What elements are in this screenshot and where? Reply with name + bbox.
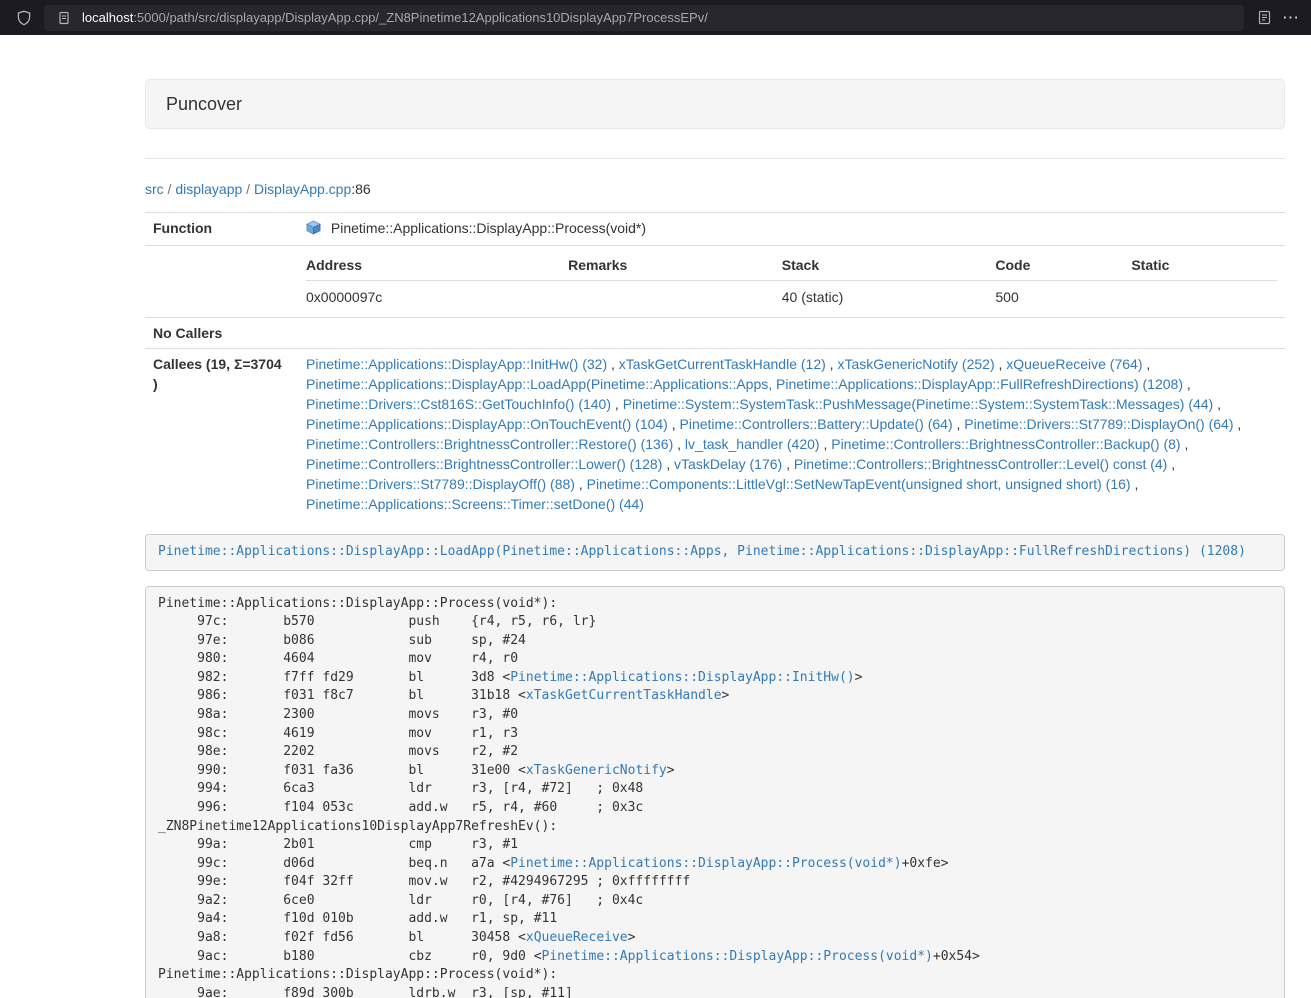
callees-label: Callees (19, Σ=3704 ) — [145, 349, 298, 520]
symbol-detail-table: Address Remarks Stack Code Static 0x0000… — [306, 251, 1277, 312]
callees-row: Callees (19, Σ=3704 ) Pinetime::Applicat… — [145, 349, 1285, 520]
more-menu-icon[interactable]: ⋯ — [1282, 8, 1299, 28]
empty-row-label — [145, 246, 298, 318]
callee-link[interactable]: Pinetime::Controllers::BrightnessControl… — [831, 436, 1180, 452]
url-bar[interactable]: localhost:5000/path/src/displayapp/Displ… — [44, 5, 1244, 31]
function-row: Function Pinetime::Applications::Display… — [145, 213, 1285, 246]
selected-call-line: Pinetime::Applications::DisplayApp::Load… — [145, 534, 1285, 571]
callee-link[interactable]: Pinetime::Controllers::BrightnessControl… — [794, 456, 1167, 472]
callee-link[interactable]: xTaskGetCurrentTaskHandle (12) — [619, 356, 826, 372]
column-static: Static — [1131, 251, 1277, 281]
function-name: Pinetime::Applications::DisplayApp::Proc… — [331, 220, 646, 236]
callee-link[interactable]: Pinetime::Applications::Screens::Timer::… — [306, 496, 644, 512]
remarks-value — [568, 281, 782, 313]
address-value: 0x0000097c — [306, 281, 568, 313]
code-symbol-link[interactable]: Pinetime::Applications::DisplayApp::Proc… — [542, 949, 933, 964]
callee-link[interactable]: vTaskDelay (176) — [674, 456, 782, 472]
callee-link[interactable]: Pinetime::Drivers::St7789::DisplayOn() (… — [964, 416, 1233, 432]
callee-link[interactable]: lv_task_handler (420) — [685, 436, 820, 452]
disassembly: Pinetime::Applications::DisplayApp::Proc… — [145, 586, 1285, 998]
no-callers-row: No Callers — [145, 318, 1285, 349]
callee-link[interactable]: Pinetime::Controllers::BrightnessControl… — [306, 436, 673, 452]
selected-call-link[interactable]: Pinetime::Applications::DisplayApp::Load… — [158, 544, 1246, 559]
callee-link[interactable]: Pinetime::Drivers::St7789::DisplayOff() … — [306, 476, 575, 492]
static-value — [1131, 281, 1277, 313]
code-symbol-link[interactable]: xQueueReceive — [526, 930, 628, 945]
column-code: Code — [995, 251, 1131, 281]
column-address: Address — [306, 251, 568, 281]
function-name-cell: Pinetime::Applications::DisplayApp::Proc… — [298, 213, 1285, 246]
url-host: localhost — [82, 10, 133, 25]
url-path: :5000/path/src/displayapp/DisplayApp.cpp… — [133, 10, 708, 25]
callees-list: Pinetime::Applications::DisplayApp::Init… — [298, 349, 1285, 520]
symbol-detail-row: Address Remarks Stack Code Static 0x0000… — [145, 246, 1285, 318]
symbol-detail-cell: Address Remarks Stack Code Static 0x0000… — [298, 246, 1285, 318]
callee-link[interactable]: Pinetime::Components::LittleVgl::SetNewT… — [587, 476, 1131, 492]
page-icon — [54, 8, 74, 28]
callee-link[interactable]: Pinetime::Applications::DisplayApp::Load… — [306, 376, 1183, 392]
breadcrumb-link[interactable]: displayapp — [175, 181, 242, 197]
code-symbol-link[interactable]: Pinetime::Applications::DisplayApp::Proc… — [510, 856, 901, 871]
breadcrumb-separator: / — [242, 181, 254, 197]
callee-link[interactable]: xQueueReceive (764) — [1006, 356, 1142, 372]
breadcrumb-link[interactable]: DisplayApp.cpp — [254, 181, 351, 197]
detail-header-row: Address Remarks Stack Code Static — [306, 251, 1277, 281]
stack-value: 40 (static) — [782, 281, 996, 313]
breadcrumb-separator: / — [164, 181, 176, 197]
breadcrumb: src / displayapp / DisplayApp.cpp:86 — [145, 179, 1285, 199]
function-table: Function Pinetime::Applications::Display… — [145, 212, 1285, 519]
no-callers-cell — [298, 318, 1285, 349]
line-number: :86 — [351, 181, 370, 197]
breadcrumb-link[interactable]: src — [145, 181, 164, 197]
callee-link[interactable]: xTaskGenericNotify (252) — [837, 356, 994, 372]
callee-link[interactable]: Pinetime::Drivers::Cst816S::GetTouchInfo… — [306, 396, 611, 412]
callee-link[interactable]: Pinetime::Controllers::BrightnessControl… — [306, 456, 662, 472]
column-stack: Stack — [782, 251, 996, 281]
detail-value-row: 0x0000097c 40 (static) 500 — [306, 281, 1277, 313]
app-header: Puncover — [145, 79, 1285, 129]
column-remarks: Remarks — [568, 251, 782, 281]
function-row-label: Function — [145, 213, 298, 246]
callee-link[interactable]: Pinetime::Applications::DisplayApp::OnTo… — [306, 416, 668, 432]
page-content: Puncover src / displayapp / DisplayApp.c… — [145, 35, 1285, 998]
code-symbol-link[interactable]: xTaskGenericNotify — [526, 763, 667, 778]
code-symbol-link[interactable]: xTaskGetCurrentTaskHandle — [526, 688, 722, 703]
url-text: localhost:5000/path/src/displayapp/Displ… — [82, 10, 708, 25]
shield-icon[interactable] — [14, 8, 34, 28]
code-value: 500 — [995, 281, 1131, 313]
callee-link[interactable]: Pinetime::Controllers::Battery::Update()… — [680, 416, 953, 432]
no-callers-label: No Callers — [145, 318, 298, 349]
divider — [145, 158, 1285, 159]
reader-mode-icon[interactable] — [1254, 8, 1274, 28]
code-symbol-link[interactable]: Pinetime::Applications::DisplayApp::Init… — [510, 670, 854, 685]
browser-toolbar: localhost:5000/path/src/displayapp/Displ… — [0, 0, 1311, 35]
callee-link[interactable]: Pinetime::Applications::DisplayApp::Init… — [306, 356, 607, 372]
page-title: Puncover — [166, 93, 1264, 115]
function-icon — [306, 220, 321, 240]
callee-link[interactable]: Pinetime::System::SystemTask::PushMessag… — [623, 396, 1214, 412]
